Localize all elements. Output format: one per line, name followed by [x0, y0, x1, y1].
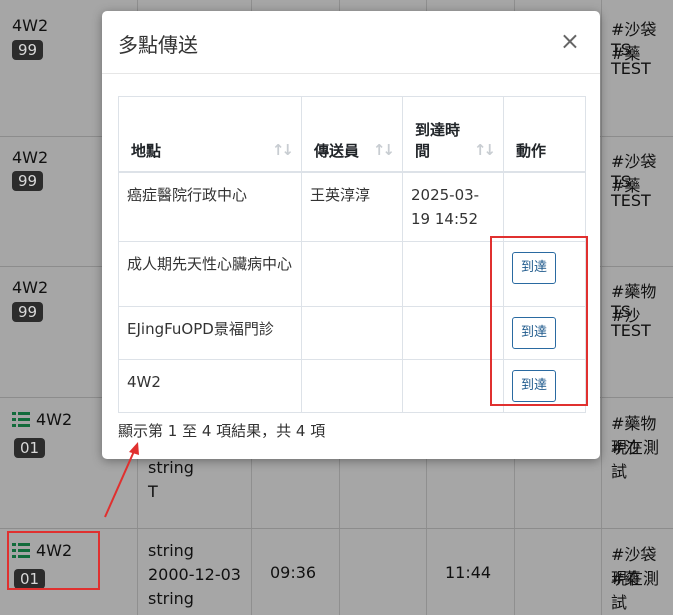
annotation-arrow [104, 442, 139, 518]
